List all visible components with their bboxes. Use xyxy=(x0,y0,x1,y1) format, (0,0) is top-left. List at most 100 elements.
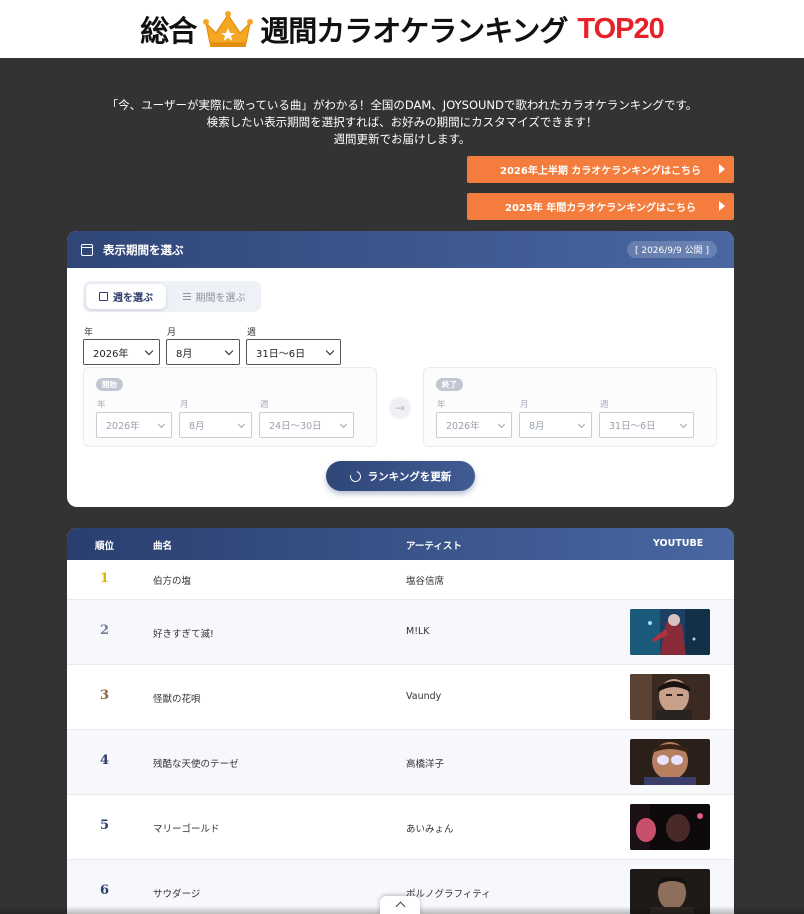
chevron-down-icon xyxy=(577,420,586,429)
ranking-table: 順位 曲名 アーティスト YOUTUBE 1 伯方の塩 塩谷信席 2 好きすぎて… xyxy=(67,528,734,914)
period-end-box: 終了 年 月 週 2026年 8月 31日〜6日 xyxy=(423,367,717,447)
rank-number: 4 xyxy=(99,753,110,768)
table-row[interactable]: 3 怪獣の花唄 Vaundy xyxy=(67,665,734,730)
end-week-value: 31日〜6日 xyxy=(609,421,656,432)
rank-number: 6 xyxy=(99,883,110,898)
end-badge: 終了 xyxy=(436,378,463,391)
artist-name: Vaundy xyxy=(406,691,442,702)
week-select[interactable]: 31日〜6日 xyxy=(246,339,341,365)
play-arrow-icon xyxy=(719,164,725,174)
song-title: 残酷な天使のテーゼ xyxy=(153,759,239,770)
youtube-thumbnail[interactable] xyxy=(630,609,710,655)
period-start-box: 開始 年 月 週 2026年 8月 24日〜30日 xyxy=(83,367,377,447)
table-row[interactable]: 2 好きすぎて滅! M!LK xyxy=(67,600,734,665)
intro-line-3: 週間更新でお届けします。 xyxy=(333,132,471,146)
table-row[interactable]: 1 伯方の塩 塩谷信席 xyxy=(67,560,734,600)
end-week-select[interactable]: 31日〜6日 xyxy=(599,412,694,438)
song-title: 伯方の塩 xyxy=(153,576,192,587)
page-header: 総合 週間カラオケランキング TOP20 xyxy=(0,0,804,58)
tab-select-period[interactable]: 期間を選ぶ xyxy=(169,284,259,309)
start-month-select[interactable]: 8月 xyxy=(179,412,252,438)
table-row[interactable]: 5 マリーゴールド あいみょん xyxy=(67,795,734,860)
promo-label: 2025年 年間カラオケランキングはこちら xyxy=(504,203,696,214)
youtube-thumbnail[interactable] xyxy=(630,674,710,720)
youtube-thumbnail[interactable] xyxy=(630,739,710,785)
start-month-value: 8月 xyxy=(189,421,205,432)
header-youtube: YOUTUBE xyxy=(653,538,704,549)
intro-line-1: 「今、ユーザーが実際に歌っている曲」がわかる！全国のDAM、JOYSOUNDで歌… xyxy=(106,98,698,112)
month-select[interactable]: 8月 xyxy=(166,339,240,365)
song-title: マリーゴールド xyxy=(153,824,220,835)
tab-label: 期間を選ぶ xyxy=(195,293,246,304)
chevron-down-icon xyxy=(157,420,166,429)
start-week-label: 週 xyxy=(260,400,269,410)
intro-text: 「今、ユーザーが実際に歌っている曲」がわかる！全国のDAM、JOYSOUNDで歌… xyxy=(0,97,804,148)
month-label: 月 xyxy=(167,328,177,338)
end-week-label: 週 xyxy=(600,400,609,410)
promo-label: 2026年上半期 カラオケランキングはこちら xyxy=(499,166,701,177)
artist-name: あいみょん xyxy=(406,824,454,835)
title-sub: 週間カラオケランキング xyxy=(260,14,568,48)
end-month-value: 8月 xyxy=(529,421,545,432)
tab-label: 週を選ぶ xyxy=(113,293,153,304)
update-ranking-button[interactable]: ランキングを更新 xyxy=(326,461,475,491)
mode-toggle: 週を選ぶ 期間を選ぶ xyxy=(83,281,261,312)
update-ranking-label: ランキングを更新 xyxy=(367,470,452,483)
chevron-down-icon xyxy=(325,346,335,356)
crown-icon xyxy=(203,11,254,47)
calendar-icon xyxy=(99,292,108,301)
start-week-select[interactable]: 24日〜30日 xyxy=(259,412,354,438)
week-label: 週 xyxy=(247,328,257,338)
intro-line-2: 検索したい表示期間を選択すれば、お好みの期間にカスタマイズできます！ xyxy=(206,115,598,129)
arrow-right-icon: → xyxy=(389,397,411,419)
chevron-up-icon xyxy=(395,901,405,912)
rank-number: 5 xyxy=(99,818,110,833)
song-title: 怪獣の花唄 xyxy=(153,694,201,705)
youtube-thumbnail[interactable] xyxy=(630,804,710,850)
table-header: 順位 曲名 アーティスト YOUTUBE xyxy=(67,528,734,560)
year-label: 年 xyxy=(84,328,94,338)
rank-number: 3 xyxy=(99,688,110,703)
rank-number: 1 xyxy=(99,571,110,586)
list-icon xyxy=(182,293,191,300)
song-title: 好きすぎて滅! xyxy=(153,629,214,640)
start-month-label: 月 xyxy=(180,400,189,410)
chevron-down-icon xyxy=(339,420,348,429)
chevron-down-icon xyxy=(679,420,688,429)
end-month-label: 月 xyxy=(520,400,529,410)
promo-2025-annual-button[interactable]: 2025年 年間カラオケランキングはこちら xyxy=(467,193,734,220)
end-month-select[interactable]: 8月 xyxy=(519,412,592,438)
artist-name: M!LK xyxy=(406,626,430,637)
title-main: 総合 xyxy=(140,14,197,48)
start-year-value: 2026年 xyxy=(106,421,140,432)
chevron-down-icon xyxy=(237,420,246,429)
chevron-down-icon xyxy=(224,346,234,356)
end-year-select[interactable]: 2026年 xyxy=(436,412,512,438)
period-selector-panel: 表示期間を選ぶ [ 2026/9/9 公開 ] 週を選ぶ 期間を選ぶ 年 月 週… xyxy=(67,231,734,507)
month-select-value: 8月 xyxy=(176,348,193,360)
promo-2026-first-half-button[interactable]: 2026年上半期 カラオケランキングはこちら xyxy=(467,156,734,183)
year-select[interactable]: 2026年 xyxy=(83,339,160,365)
tab-select-week[interactable]: 週を選ぶ xyxy=(86,284,166,309)
start-year-select[interactable]: 2026年 xyxy=(96,412,172,438)
calendar-icon xyxy=(81,243,93,256)
header-rank: 順位 xyxy=(95,541,115,552)
header-artist: アーティスト xyxy=(406,541,462,552)
start-year-label: 年 xyxy=(97,400,106,410)
table-row[interactable]: 4 残酷な天使のテーゼ 高橋洋子 xyxy=(67,730,734,795)
artist-name: 塩谷信席 xyxy=(406,576,445,587)
header-song: 曲名 xyxy=(153,541,173,552)
start-week-value: 24日〜30日 xyxy=(269,421,322,432)
song-title: サウダージ xyxy=(153,889,201,900)
title-top: TOP20 xyxy=(577,12,664,45)
play-arrow-icon xyxy=(719,201,725,211)
scroll-to-top-button[interactable] xyxy=(380,896,420,914)
published-badge: [ 2026/9/9 公開 ] xyxy=(626,241,717,258)
end-year-value: 2026年 xyxy=(446,421,480,432)
page-title: 総合 週間カラオケランキング TOP20 xyxy=(140,8,665,50)
chevron-down-icon xyxy=(497,420,506,429)
week-select-value: 31日〜6日 xyxy=(256,348,306,360)
year-select-value: 2026年 xyxy=(93,348,129,360)
refresh-icon xyxy=(347,468,363,484)
panel-header: 表示期間を選ぶ [ 2026/9/9 公開 ] xyxy=(67,231,734,268)
